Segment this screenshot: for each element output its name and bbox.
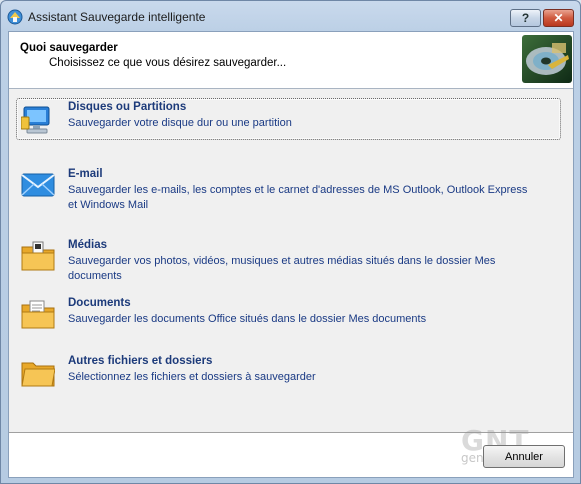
page-title: Quoi sauvegarder <box>20 42 118 54</box>
option-description: Sauvegarder les documents Office situés … <box>68 313 427 325</box>
close-button[interactable]: ✕ <box>543 9 574 27</box>
option-title: Autres fichiers et dossiers <box>68 355 213 367</box>
option-description: Sauvegarder votre disque dur ou une part… <box>68 117 292 129</box>
page-subtitle: Choisissez ce que vous désirez sauvegard… <box>49 57 287 69</box>
option-description: Sauvegarder vos photos, vidéos, musiques… <box>68 255 496 282</box>
option-description: Sélectionnez les fichiers et dossiers à … <box>68 371 316 383</box>
computer-icon <box>21 106 50 134</box>
window-title: Assistant Sauvegarde intelligente <box>28 10 206 24</box>
option-other-files-folders[interactable]: Autres fichiers et dossiers Sélectionnez… <box>16 352 561 390</box>
option-description: Sauvegarder les e-mails, les comptes et … <box>68 184 528 211</box>
media-folder-icon <box>21 241 55 271</box>
envelope-icon <box>21 173 55 197</box>
option-title: Médias <box>68 239 107 251</box>
documents-folder-icon <box>21 300 55 329</box>
option-title: Documents <box>68 297 131 309</box>
option-title: Disques ou Partitions <box>68 101 187 113</box>
option-email[interactable]: E-mail Sauvegarder les e-mails, les comp… <box>16 165 561 215</box>
option-disks-partitions[interactable]: Disques ou Partitions Sauvegarder votre … <box>16 98 561 140</box>
title-bar[interactable]: Assistant Sauvegarde intelligente ? ✕ <box>1 1 580 31</box>
wizard-window: Assistant Sauvegarde intelligente ? ✕ Qu… <box>0 0 581 484</box>
option-title: E-mail <box>68 168 103 180</box>
option-documents[interactable]: Documents Sauvegarder les documents Offi… <box>16 294 561 332</box>
options-panel: Disques ou Partitions Sauvegarder votre … <box>9 89 573 433</box>
wizard-header: Quoi sauvegarder Choisissez ce que vous … <box>9 32 573 89</box>
backup-disc-icon <box>522 35 572 83</box>
app-icon <box>7 9 23 25</box>
footer-divider <box>9 432 573 433</box>
wizard-client-area: Quoi sauvegarder Choisissez ce que vous … <box>8 31 574 478</box>
folder-icon <box>21 362 55 387</box>
help-button[interactable]: ? <box>510 9 541 27</box>
cancel-button[interactable]: Annuler <box>483 445 565 468</box>
option-medias[interactable]: Médias Sauvegarder vos photos, vidéos, m… <box>16 236 561 282</box>
